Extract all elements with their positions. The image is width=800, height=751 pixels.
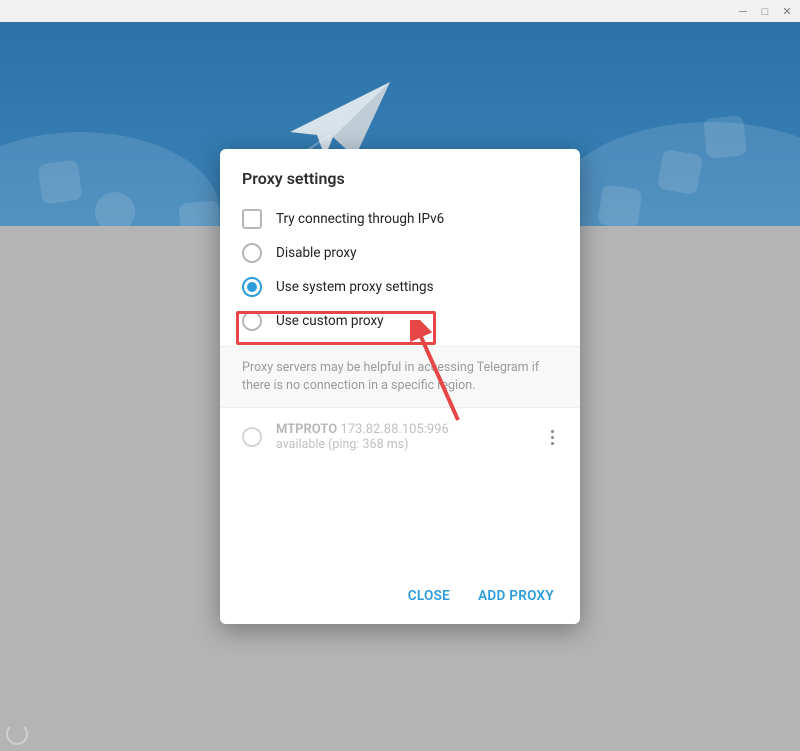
ipv6-label: Try connecting through IPv6 bbox=[276, 211, 444, 227]
custom-proxy-radio-row[interactable]: Use custom proxy bbox=[220, 304, 580, 338]
radio-icon bbox=[242, 243, 262, 263]
radio-icon bbox=[242, 427, 262, 447]
close-window-button[interactable]: ✕ bbox=[780, 4, 794, 18]
proxy-status: available (ping: 368 ms) bbox=[276, 437, 538, 452]
loading-spinner-icon bbox=[6, 723, 28, 745]
checkbox-icon bbox=[242, 209, 262, 229]
minimize-button[interactable]: ─ bbox=[736, 4, 750, 18]
disable-proxy-label: Disable proxy bbox=[276, 245, 357, 261]
close-button[interactable]: CLOSE bbox=[408, 588, 450, 604]
radio-selected-icon bbox=[242, 277, 262, 297]
proxy-address: 173.82.88.105:996 bbox=[340, 422, 448, 437]
dialog-title: Proxy settings bbox=[220, 149, 580, 202]
proxy-protocol: MTPROTO bbox=[276, 422, 337, 437]
proxy-info-text: Proxy servers may be helpful in accessin… bbox=[220, 346, 580, 408]
radio-icon bbox=[242, 311, 262, 331]
add-proxy-button[interactable]: ADD PROXY bbox=[478, 588, 554, 604]
kebab-menu-icon[interactable] bbox=[538, 423, 566, 451]
proxy-list-item[interactable]: MTPROTO 173.82.88.105:996 available (pin… bbox=[220, 408, 580, 466]
proxy-entry-text: MTPROTO 173.82.88.105:996 available (pin… bbox=[276, 422, 538, 452]
disable-proxy-radio-row[interactable]: Disable proxy bbox=[220, 236, 580, 270]
proxy-settings-dialog: Proxy settings Try connecting through IP… bbox=[220, 149, 580, 624]
maximize-button[interactable]: □ bbox=[758, 4, 772, 18]
ipv6-checkbox-row[interactable]: Try connecting through IPv6 bbox=[220, 202, 580, 236]
custom-proxy-label: Use custom proxy bbox=[276, 313, 384, 329]
system-proxy-radio-row[interactable]: Use system proxy settings bbox=[220, 270, 580, 304]
dialog-footer: CLOSE ADD PROXY bbox=[220, 570, 580, 624]
system-proxy-label: Use system proxy settings bbox=[276, 279, 434, 295]
window-titlebar: ─ □ ✕ bbox=[0, 0, 800, 22]
